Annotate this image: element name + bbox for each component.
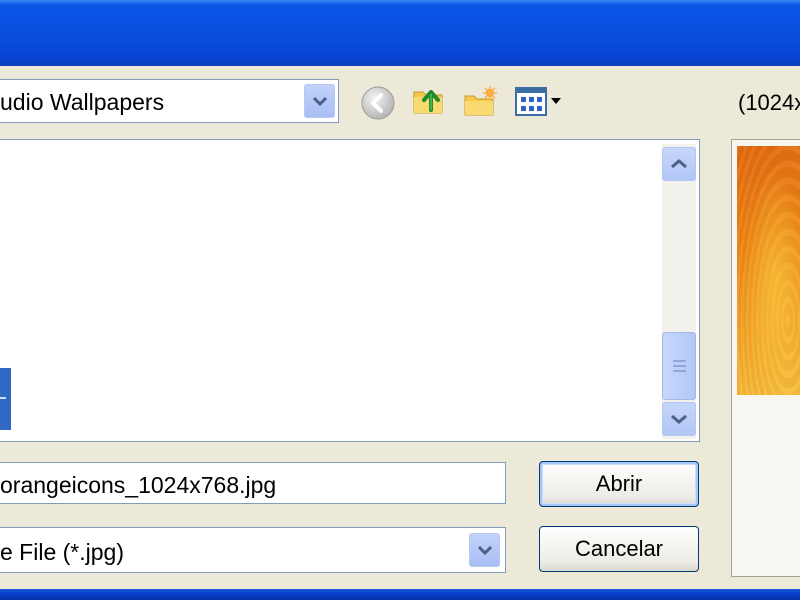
preview-resolution-label: (1024x [738,90,800,115]
window-bottom-border [0,589,800,600]
look-in-combobox[interactable]: udio Wallpapers [0,79,339,123]
look-in-dropdown-button[interactable] [304,84,335,118]
chevron-up-icon [671,159,687,169]
scroll-thumb[interactable] [662,332,696,400]
selected-file-item[interactable] [0,368,11,430]
thumb-grip [673,365,686,367]
preview-image [737,146,800,395]
file-type-dropdown-button[interactable] [469,533,500,567]
file-type-value: e File (*.jpg) [0,539,124,565]
back-arrow-icon[interactable] [359,84,397,122]
chevron-down-icon [671,414,687,424]
file-type-combobox[interactable]: e File (*.jpg) [0,527,506,573]
preview-pane [731,139,800,577]
title-bar-highlight [0,0,800,4]
file-list[interactable] [0,139,700,442]
open-button[interactable]: Abrir [539,461,699,507]
look-in-value: udio Wallpapers [0,89,165,115]
cancel-button[interactable]: Cancelar [539,526,699,572]
file-name-field[interactable]: orangeicons_1024x768.jpg [0,462,506,504]
up-one-level-icon[interactable] [409,80,447,118]
chevron-down-icon [477,545,492,555]
scroll-up-button[interactable] [662,147,696,181]
new-folder-icon[interactable] [461,83,499,121]
scroll-down-button[interactable] [662,402,696,436]
thumb-grip [673,370,686,372]
file-list-scrollbar[interactable] [662,144,696,439]
thumb-grip [673,360,686,362]
chevron-down-icon [312,96,327,106]
title-bar[interactable] [0,0,800,66]
views-menu-icon[interactable] [513,83,565,121]
file-name-value: orangeicons_1024x768.jpg [0,472,277,498]
